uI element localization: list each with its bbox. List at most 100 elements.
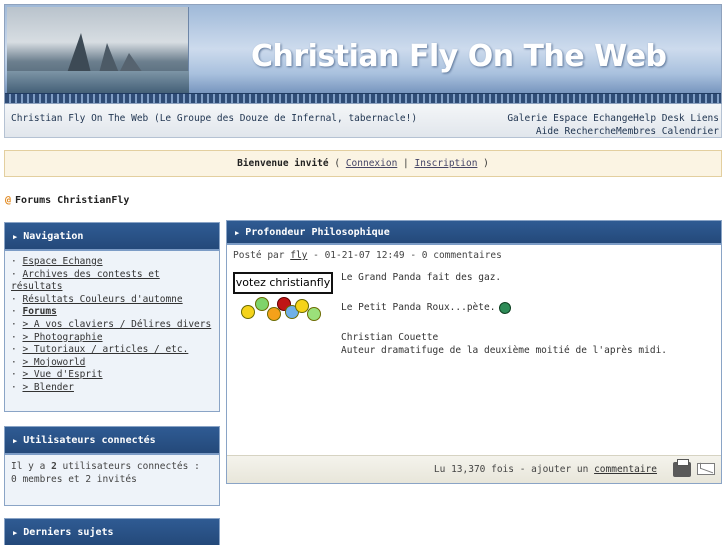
- register-link[interactable]: Inscription: [415, 158, 478, 169]
- site-banner: Christian Fly On The Web: [4, 4, 722, 104]
- nav-item-link[interactable]: > Photographie: [22, 332, 102, 343]
- email-icon[interactable]: [697, 463, 715, 475]
- nav-item-link[interactable]: Forums: [22, 306, 56, 317]
- arrow-right-icon: ▶: [13, 233, 18, 241]
- post-line-1: Le Grand Panda fait des gaz.: [341, 272, 502, 283]
- post-panel: ▶ Profondeur Philosophique Posté par fly …: [226, 220, 722, 484]
- rock-shape: [99, 43, 119, 73]
- nav-item-link[interactable]: Résultats Couleurs d'automne: [22, 294, 182, 305]
- alien-smiley-icon: [499, 301, 512, 314]
- smiley-icon: [255, 297, 269, 311]
- nav-item: · > Vue d'Esprit: [11, 369, 213, 382]
- navigation-list: · Espace Echange · Archives des contests …: [5, 251, 219, 400]
- nav-item-link[interactable]: Espace Echange: [22, 256, 102, 267]
- nav-link-aide[interactable]: Aide: [536, 126, 559, 137]
- connected-users-title: Utilisateurs connectés: [23, 435, 156, 446]
- nav-bullet: ·: [11, 318, 17, 330]
- signature-description: Auteur dramatifuge de la deuxième moitié…: [341, 345, 668, 356]
- nav-item: · Archives des contests et résultats: [11, 269, 213, 294]
- nav-link-membres[interactable]: Membres: [616, 126, 656, 137]
- smileys-image: [241, 297, 325, 323]
- top-nav-row-2: Aide RechercheMembres Calendrier: [536, 126, 719, 137]
- post-body: Le Grand Panda fait des gaz. Le Petit Pa…: [341, 271, 717, 357]
- nav-item: · Résultats Couleurs d'automne: [11, 294, 213, 307]
- post-title: Profondeur Philosophique: [245, 227, 390, 238]
- nav-item-link[interactable]: > Tutoriaux / articles / etc.: [22, 344, 188, 355]
- arrow-right-icon: ▶: [235, 229, 240, 237]
- paren-open: (: [334, 158, 341, 169]
- forum-title-text: Forums ChristianFly: [15, 195, 130, 206]
- paren-close: ): [483, 158, 489, 169]
- print-icon[interactable]: [673, 459, 691, 477]
- welcome-box: Bienvenue invité ( Connexion | Inscripti…: [4, 150, 722, 177]
- site-tagline: Christian Fly On The Web (Le Groupe des …: [11, 113, 418, 124]
- recent-topics-header: ▶ Derniers sujets: [5, 519, 219, 545]
- post-meta: Posté par fly - 01-21-07 12:49 - 0 comme…: [233, 250, 502, 261]
- nav-link-espace-echange[interactable]: Espace Echange: [553, 113, 633, 124]
- navigation-panel-title: Navigation: [23, 231, 84, 242]
- views-text: Lu 13,370 fois - ajouter un: [433, 464, 589, 475]
- nav-bullet: ·: [11, 256, 17, 267]
- nav-item-link[interactable]: > Vue d'Esprit: [22, 369, 102, 380]
- nav-link-recherche[interactable]: Recherche: [565, 126, 616, 137]
- views-line: Lu 13,370 fois - ajouter un commentaire: [434, 464, 657, 475]
- nav-item-link[interactable]: Archives des contests et résultats: [11, 269, 160, 293]
- nav-item: · > Photographie: [11, 332, 213, 345]
- water-shape: [7, 71, 189, 95]
- recent-topics-title: Derniers sujets: [23, 527, 114, 538]
- post-meta-prefix: Posté par: [233, 250, 285, 261]
- nav-bullet: ·: [11, 356, 17, 368]
- connected-users-header: ▶ Utilisateurs connectés: [5, 427, 219, 455]
- nav-item-link[interactable]: > A vos claviers / Délires divers: [22, 319, 211, 330]
- separator: |: [403, 158, 409, 169]
- smiley-icon: [307, 307, 321, 321]
- post-signature: Christian Couette Auteur dramatifuge de …: [341, 331, 717, 357]
- smiley-icon: [241, 305, 255, 319]
- nav-item: · > A vos claviers / Délires divers: [11, 319, 213, 332]
- connected-users-body: Il y a 2 utilisateurs connectés : 0 memb…: [5, 455, 219, 493]
- nav-bullet: ·: [11, 293, 17, 305]
- banner-photo: [7, 7, 189, 95]
- navigation-panel: ▶ Navigation · Espace Echange · Archives d…: [4, 222, 220, 412]
- post-header: ▶ Profondeur Philosophique: [227, 221, 721, 245]
- rock-shape: [67, 33, 91, 73]
- navigation-panel-header: ▶ Navigation: [5, 223, 219, 251]
- top-nav-row-1: Galerie Espace EchangeHelp Desk Liens: [507, 113, 719, 124]
- nav-bullet: ·: [11, 344, 17, 356]
- forum-heading: @ Forums ChristianFly: [5, 195, 129, 206]
- nav-link-galerie[interactable]: Galerie: [507, 113, 547, 124]
- arrow-right-icon: ▶: [13, 529, 18, 537]
- at-icon: @: [5, 195, 12, 206]
- nav-link-calendrier[interactable]: Calendrier: [662, 126, 719, 137]
- rock-shape: [119, 53, 143, 73]
- nav-item: · > Mojoworld: [11, 357, 213, 370]
- nav-link-liens[interactable]: Liens: [690, 113, 719, 124]
- connected-users-panel: ▶ Utilisateurs connectés Il y a 2 utilisa…: [4, 426, 220, 506]
- nav-item: · > Tutoriaux / articles / etc.: [11, 344, 213, 357]
- arrow-right-icon: ▶: [13, 437, 18, 445]
- add-comment-link[interactable]: commentaire: [594, 464, 657, 475]
- nav-item: · > Blender: [11, 382, 213, 395]
- recent-topics-panel: ▶ Derniers sujets: [4, 518, 220, 545]
- banner-title: Christian Fly On The Web: [251, 39, 667, 74]
- signature-name: Christian Couette: [341, 332, 439, 343]
- nav-item-link[interactable]: > Blender: [22, 382, 73, 393]
- nav-item: · Espace Echange: [11, 256, 213, 269]
- nav-bullet: ·: [11, 306, 17, 318]
- welcome-text: Bienvenue invité: [237, 158, 329, 169]
- post-line-2: Le Petit Panda Roux...pète.: [341, 301, 717, 314]
- post-footer: Lu 13,370 fois - ajouter un commentaire: [227, 455, 721, 483]
- nav-bullet: ·: [11, 369, 17, 381]
- post-line-2-text: Le Petit Panda Roux...pète.: [341, 302, 496, 313]
- nav-bullet: ·: [11, 331, 17, 343]
- post-author-link[interactable]: fly: [290, 250, 307, 261]
- nav-link-help-desk[interactable]: Help Desk: [633, 113, 684, 124]
- login-link[interactable]: Connexion: [346, 158, 397, 169]
- header-nav-bar: Christian Fly On The Web (Le Groupe des …: [4, 104, 722, 138]
- nav-item-link[interactable]: > Mojoworld: [22, 357, 85, 368]
- post-meta-suffix: - 01-21-07 12:49 - 0 commentaires: [313, 250, 502, 261]
- vote-button[interactable]: votez christianfly: [233, 272, 333, 294]
- banner-strip: [5, 93, 721, 103]
- nav-bullet: ·: [11, 268, 17, 280]
- nav-bullet: ·: [11, 381, 17, 393]
